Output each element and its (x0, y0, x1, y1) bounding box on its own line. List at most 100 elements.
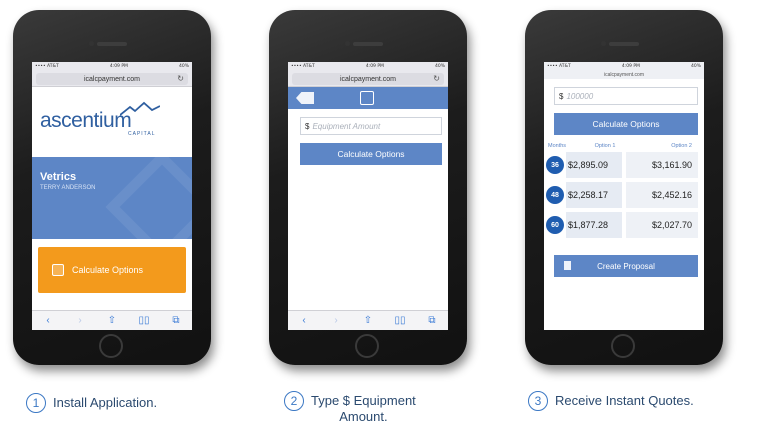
caption-3: 3 Receive Instant Quotes. (528, 391, 694, 411)
phone-2: •••• AT&T 4:09 PM 40% icalcpayment.com ↻… (269, 10, 467, 365)
tag-icon[interactable] (296, 92, 314, 104)
calculate-options-button[interactable]: Calculate Options (300, 143, 442, 165)
share-icon[interactable]: ⇧ (105, 315, 119, 326)
calculator-icon[interactable] (360, 91, 374, 105)
back-icon[interactable]: ‹ (41, 315, 55, 326)
clock: 4:09 PM (621, 64, 640, 69)
amount-value: 100000 (566, 91, 594, 101)
screen-1: •••• AT&T 4:09 PM 40% icalcpayment.com ↻… (32, 62, 192, 330)
currency-symbol: $ (305, 121, 310, 131)
speaker (97, 42, 127, 46)
reload-icon[interactable]: ↻ (177, 73, 184, 85)
quote-table-header: Months Option 1 Option 2 (544, 143, 704, 149)
calculate-options-button[interactable]: Calculate Options (554, 113, 698, 135)
screen-2: •••• AT&T 4:09 PM 40% icalcpayment.com ↻… (288, 62, 448, 330)
url-text[interactable]: icalcpayment.com (544, 71, 704, 79)
option-2-value: $2,027.70 (626, 212, 698, 238)
camera (89, 41, 94, 46)
carrier: •••• AT&T (291, 64, 315, 69)
calculate-options-label: Calculate Options (337, 149, 405, 159)
header-option-2: Option 2 (671, 143, 692, 149)
battery: 40% (434, 64, 445, 69)
option-1-value: $2,258.17 (566, 182, 622, 208)
speaker (609, 42, 639, 46)
months-badge: 60 (546, 216, 564, 234)
equipment-amount-input[interactable]: $ Equipment Amount (300, 117, 442, 135)
logo-area: ascentium CAPITAL (32, 87, 192, 157)
option-1-value: $2,895.09 (566, 152, 622, 178)
header-months: Months (548, 143, 567, 149)
calculate-options-label: Calculate Options (592, 119, 660, 129)
battery: 40% (690, 64, 701, 69)
months-badge: 36 (546, 156, 564, 174)
create-proposal-button[interactable]: Create Proposal (554, 255, 698, 277)
caption-1: 1 Install Application. (26, 393, 158, 413)
url-text: icalcpayment.com (339, 75, 397, 83)
carrier: •••• AT&T (547, 64, 571, 69)
calculate-options-label: Calculate Options (72, 265, 144, 275)
caption-line-2: Amount. (339, 409, 388, 424)
document-icon (564, 261, 571, 270)
share-icon[interactable]: ⇧ (361, 315, 375, 326)
home-button[interactable] (99, 334, 123, 358)
tabs-icon[interactable]: ⧉ (169, 315, 183, 326)
calculate-options-button[interactable]: Calculate Options (38, 247, 186, 293)
bookmarks-icon[interactable]: ▯▯ (137, 315, 151, 326)
back-icon[interactable]: ‹ (297, 315, 311, 326)
screen-3: •••• AT&T 4:09 PM 40% icalcpayment.com $… (544, 62, 704, 330)
status-bar: •••• AT&T 4:09 PM 40% (544, 62, 704, 71)
user-banner: Vetrics TERRY ANDERSON (32, 157, 192, 239)
table-row[interactable]: 48 $2,258.17 $2,452.16 (546, 181, 698, 209)
step-number-icon: 3 (528, 391, 548, 411)
camera (345, 41, 350, 46)
amount-placeholder: Equipment Amount (312, 121, 381, 131)
caption-line-1: Type $ Equipment (311, 393, 416, 408)
action-area: Calculate Options (32, 239, 192, 301)
browser-toolbar: ‹ › ⇧ ▯▯ ⧉ (32, 310, 192, 330)
logo-subtext: CAPITAL (128, 131, 156, 137)
home-button[interactable] (611, 334, 635, 358)
reload-icon[interactable]: ↻ (433, 73, 440, 85)
option-2-value: $2,452.16 (626, 182, 698, 208)
caption-text: Install Application. (53, 395, 158, 410)
header-option-1: Option 1 (594, 143, 616, 149)
step-number-icon: 2 (284, 391, 304, 411)
status-bar: •••• AT&T 4:09 PM 40% (288, 62, 448, 71)
currency-symbol: $ (559, 91, 564, 101)
browser-toolbar: ‹ › ⇧ ▯▯ ⧉ (288, 310, 448, 330)
table-row[interactable]: 60 $1,877.28 $2,027.70 (546, 211, 698, 239)
app-nav-bar (288, 87, 448, 109)
url-bar[interactable]: icalcpayment.com ↻ (32, 71, 192, 87)
stage: •••• AT&T 4:09 PM 40% icalcpayment.com ↻… (0, 0, 758, 430)
months-badge: 48 (546, 186, 564, 204)
equipment-amount-input[interactable]: $ 100000 (554, 87, 698, 105)
carrier: •••• AT&T (35, 64, 59, 69)
home-button[interactable] (355, 334, 379, 358)
banner-pattern (105, 157, 192, 239)
step-number-icon: 1 (26, 393, 46, 413)
url-box[interactable]: icalcpayment.com ↻ (36, 73, 188, 85)
option-1-value: $1,877.28 (566, 212, 622, 238)
tabs-icon[interactable]: ⧉ (425, 315, 439, 326)
logo-text: ascentium (40, 109, 132, 132)
url-box[interactable]: icalcpayment.com ↻ (292, 73, 444, 85)
url-bar[interactable]: icalcpayment.com ↻ (288, 71, 448, 87)
forward-icon[interactable]: › (73, 315, 87, 326)
battery: 40% (178, 64, 189, 69)
calculator-icon (52, 264, 64, 276)
caption-text: Type $ Equipment Amount. (311, 393, 416, 425)
url-text: icalcpayment.com (83, 75, 141, 83)
forward-icon[interactable]: › (329, 315, 343, 326)
camera (601, 41, 606, 46)
table-row[interactable]: 36 $2,895.09 $3,161.90 (546, 151, 698, 179)
caption-text: Receive Instant Quotes. (555, 393, 694, 408)
speaker (353, 42, 383, 46)
create-proposal-label: Create Proposal (597, 261, 655, 271)
clock: 4:09 PM (365, 64, 384, 69)
caption-2: 2 Type $ Equipment Amount. (284, 391, 416, 425)
option-2-value: $3,161.90 (626, 152, 698, 178)
clock: 4:09 PM (109, 64, 128, 69)
status-bar: •••• AT&T 4:09 PM 40% (32, 62, 192, 71)
bookmarks-icon[interactable]: ▯▯ (393, 315, 407, 326)
phone-1: •••• AT&T 4:09 PM 40% icalcpayment.com ↻… (13, 10, 211, 365)
